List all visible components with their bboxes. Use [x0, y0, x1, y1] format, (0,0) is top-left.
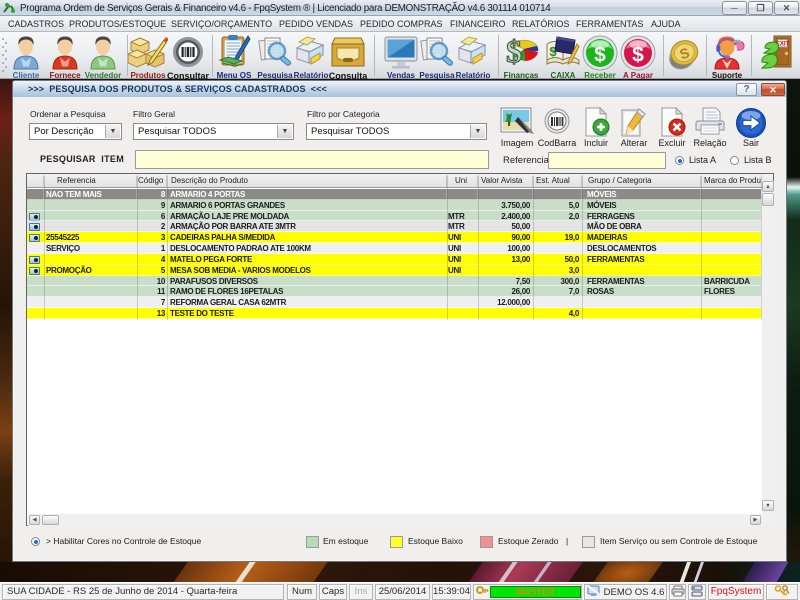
svg-text:$: $ [506, 34, 522, 69]
svg-text:$: $ [594, 44, 606, 67]
svg-text:$: $ [632, 44, 644, 67]
